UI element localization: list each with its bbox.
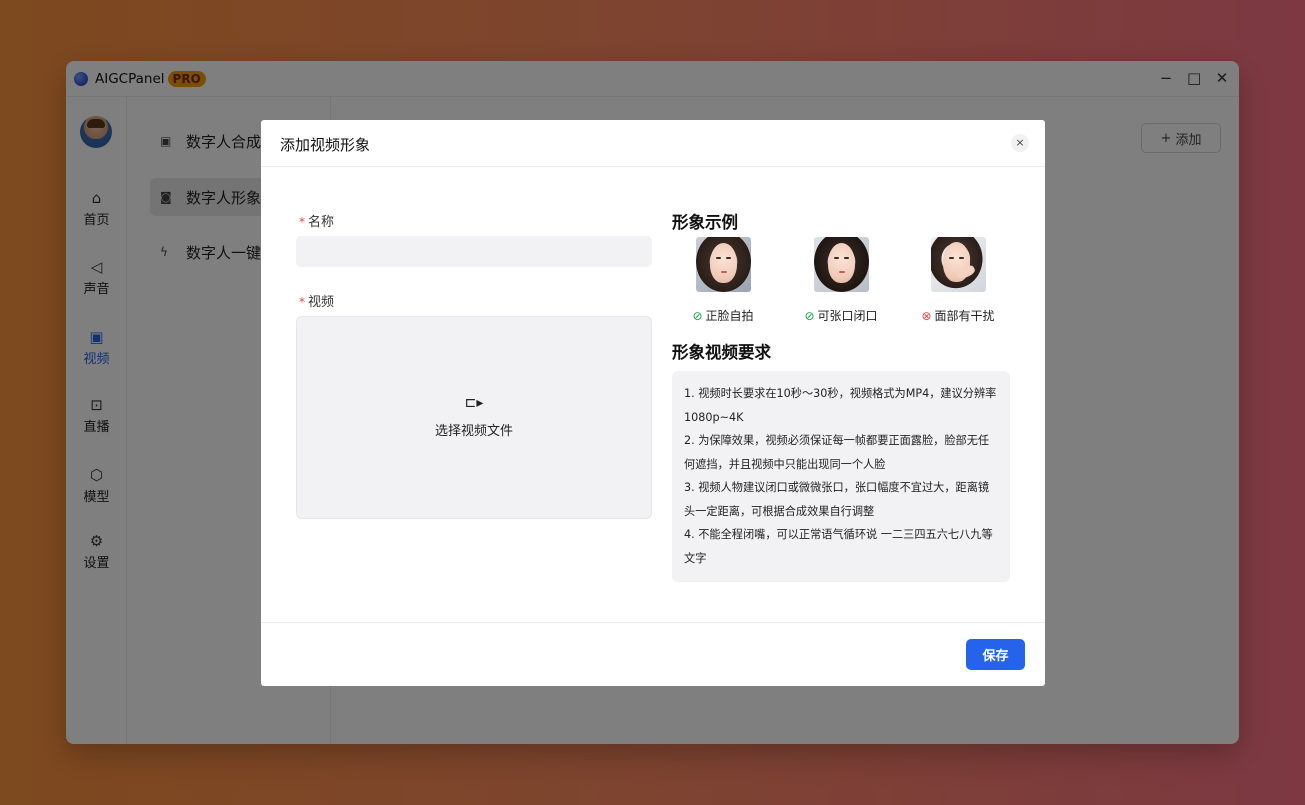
- requirement-item: 4. 不能全程闭嘴，可以正常语气循环说 一二三四五六七八九等文字: [684, 528, 993, 565]
- example-caption: ⊘ 正脸自拍: [692, 309, 754, 323]
- name-input[interactable]: [296, 236, 652, 267]
- required-mark: *: [299, 215, 305, 229]
- example-caption: ⊗ 面部有干扰: [921, 309, 995, 323]
- video-upload-area[interactable]: ⊏▸ 选择视频文件: [296, 316, 652, 519]
- dialog-title: 添加视频形象: [280, 136, 371, 154]
- check-circle-icon: ⊘: [804, 309, 815, 323]
- example-caption: ⊘ 可张口闭口: [804, 309, 878, 323]
- name-field-label: * 名称: [299, 215, 335, 230]
- example-photo: [813, 237, 869, 292]
- dialog-close-button[interactable]: ×: [1011, 134, 1029, 152]
- footer-divider: [261, 622, 1045, 623]
- example-front-face: ⊘ 正脸自拍: [673, 237, 773, 324]
- requirements-box: 1. 视频时长要求在10秒～30秒，视频格式为MP4，建议分辨率1080p~4K…: [672, 371, 1010, 582]
- requirement-item: 3. 视频人物建议闭口或微微张口，张口幅度不宜过大，距离镜头一定距离，可根据合成…: [684, 481, 990, 518]
- x-circle-icon: ⊗: [921, 309, 932, 323]
- requirement-item: 2. 为保障效果，视频必须保证每一帧都要正面露脸，脸部无任何遮挡，并且视频中只能…: [684, 434, 990, 471]
- requirement-item: 1. 视频时长要求在10秒～30秒，视频格式为MP4，建议分辨率1080p~4K: [684, 387, 997, 424]
- header-divider: [261, 166, 1045, 167]
- video-camera-icon: ⊏▸: [464, 395, 484, 411]
- example-photo: [930, 237, 986, 292]
- required-mark: *: [299, 295, 305, 309]
- requirements-title: 形象视频要求: [672, 343, 771, 362]
- example-photo: [695, 237, 751, 292]
- examples-title: 形象示例: [672, 213, 738, 232]
- example-open-mouth: ⊘ 可张口闭口: [791, 237, 891, 324]
- example-face-obstructed: ⊗ 面部有干扰: [908, 237, 1008, 324]
- video-field-label: * 视频: [299, 295, 335, 310]
- upload-prompt: 选择视频文件: [434, 424, 513, 439]
- save-button[interactable]: 保存: [966, 639, 1025, 670]
- add-video-avatar-dialog: 添加视频形象 × * 名称 * 视频 ⊏▸ 选择视频文件 形象示例 ⊘ 正脸自拍 ⊘ 可…: [261, 120, 1045, 686]
- check-circle-icon: ⊘: [692, 309, 703, 323]
